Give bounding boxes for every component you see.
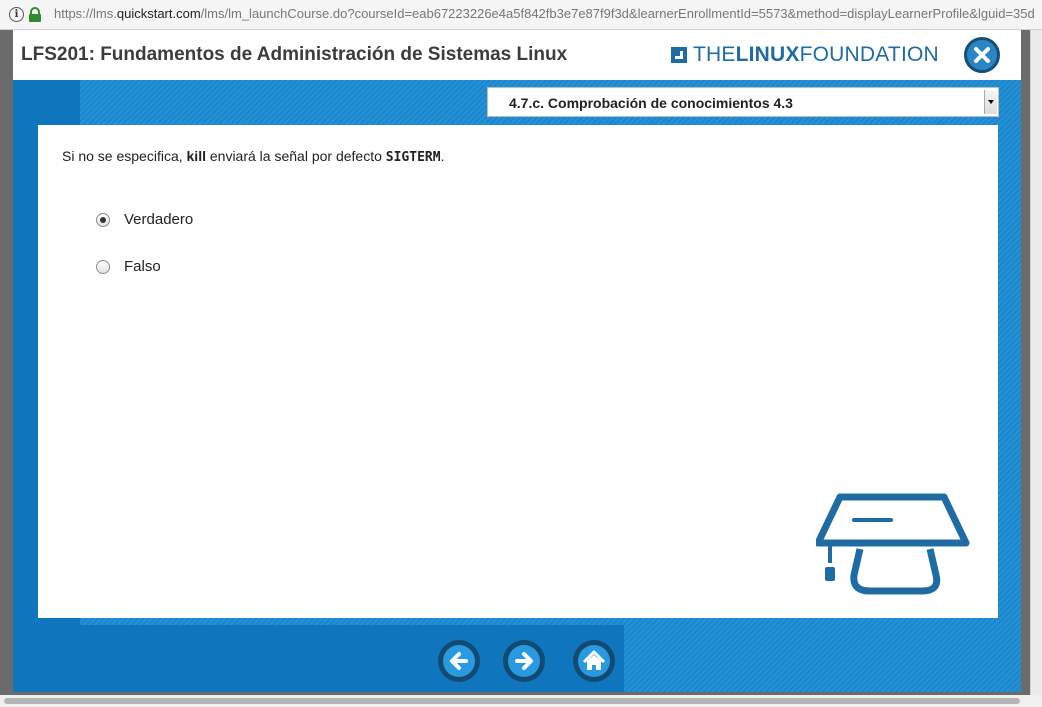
url-domain: quickstart.com bbox=[116, 6, 201, 21]
graduation-cap-icon bbox=[816, 493, 970, 595]
page-select[interactable]: 4.7.c. Comprobación de conocimientos 4.3 bbox=[487, 87, 999, 117]
option-label: Verdadero bbox=[124, 211, 194, 228]
question-code: SIGTERM bbox=[385, 150, 441, 165]
option-label: Falso bbox=[124, 258, 161, 275]
horizontal-scrollbar[interactable] bbox=[0, 695, 1042, 707]
arrow-right-icon bbox=[508, 645, 540, 677]
logo-foundation: FOUNDATION bbox=[799, 43, 939, 66]
vertical-scrollbar[interactable] bbox=[1030, 30, 1042, 695]
linux-foundation-logo: THELINUXFOUNDATION bbox=[671, 42, 939, 68]
browser-address-bar: i https://lms.quickstart.com/lms/lm_laun… bbox=[0, 0, 1042, 30]
home-button[interactable] bbox=[573, 640, 615, 682]
chevron-down-icon[interactable] bbox=[984, 90, 997, 114]
arrow-left-icon bbox=[443, 645, 475, 677]
question-middle: enviará la señal por defecto bbox=[205, 148, 386, 164]
url-prefix: https://lms. bbox=[54, 6, 117, 21]
linux-foundation-mark-icon bbox=[671, 47, 687, 63]
option-verdadero[interactable]: Verdadero bbox=[96, 211, 193, 228]
question-keyword: kill bbox=[186, 148, 206, 164]
option-falso[interactable]: Falso bbox=[96, 258, 161, 275]
close-button[interactable] bbox=[964, 37, 1000, 73]
home-icon bbox=[578, 645, 610, 677]
content-panel: Si no se especifica, kill enviará la señ… bbox=[38, 125, 998, 618]
lock-icon bbox=[29, 7, 41, 22]
info-icon[interactable]: i bbox=[9, 7, 24, 22]
page-select-value: 4.7.c. Comprobación de conocimientos 4.3 bbox=[509, 95, 793, 111]
question-suffix: . bbox=[440, 148, 445, 164]
scrollbar-thumb[interactable] bbox=[4, 698, 1020, 704]
radio-verdadero[interactable] bbox=[96, 212, 110, 227]
question-text: Si no se especifica, kill enviará la señ… bbox=[62, 148, 444, 165]
close-icon bbox=[974, 47, 990, 63]
url-rest: /lms/lm_launchCourse.do?courseId=eab6722… bbox=[200, 6, 1034, 21]
course-title: LFS201: Fundamentos de Administración de… bbox=[21, 44, 568, 65]
back-button[interactable] bbox=[438, 640, 480, 682]
radio-falso[interactable] bbox=[96, 259, 110, 274]
url-field[interactable]: https://lms.quickstart.com/lms/lm_launch… bbox=[54, 6, 1034, 21]
logo-linux: LINUX bbox=[735, 43, 800, 66]
next-button[interactable] bbox=[503, 640, 545, 682]
course-header: LFS201: Fundamentos de Administración de… bbox=[13, 30, 1021, 80]
logo-the: THE bbox=[693, 43, 736, 66]
logo-text: THELINUXFOUNDATION bbox=[693, 43, 939, 67]
question-prefix: Si no se especifica, bbox=[62, 148, 187, 164]
